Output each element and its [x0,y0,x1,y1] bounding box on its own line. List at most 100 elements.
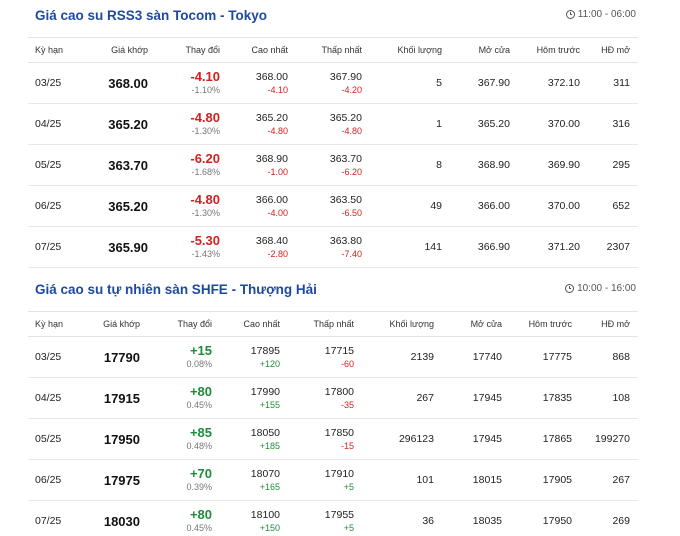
low-value: 367.90 [329,71,362,83]
open-cell: 368.90 [450,144,518,186]
change-value: +15 [189,343,212,358]
open-interest-cell: 311 [588,62,638,104]
open-interest-cell: 199270 [580,418,638,460]
low-cell: 17955 +5 [288,500,362,536]
col-high: Cao nhất [228,37,296,63]
open-interest-cell: 269 [580,500,638,536]
price-cell: 363.70 [82,144,156,186]
high-change: -4.80 [267,126,288,136]
col-change: Thay đổi [148,311,220,337]
price-cell: 365.90 [82,226,156,268]
volume-cell: 267 [362,377,442,419]
prev-cell: 371.20 [518,226,588,268]
high-value: 368.90 [255,153,288,165]
change-percent: -1.10% [191,85,220,95]
low-cell: 363.50 -6.50 [296,185,370,227]
high-cell: 18070 +165 [220,459,288,501]
change-percent: -1.68% [191,167,220,177]
high-value: 17990 [250,386,280,398]
open-interest-cell: 2307 [588,226,638,268]
prev-cell: 372.10 [518,62,588,104]
term-cell: 06/25 [28,459,82,501]
trading-hours-text: 10:00 - 16:00 [577,283,636,294]
table-header-row: Kỳ hạn Giá khớp Thay đổi Cao nhất Thấp n… [28,37,638,63]
high-change: +165 [259,482,280,492]
col-open-interest: HĐ mở [580,311,638,337]
term-cell: 06/25 [28,185,82,227]
change-cell: +80 0.45% [148,377,220,419]
high-value: 17895 [250,345,280,357]
prev-cell: 17865 [510,418,580,460]
low-cell: 367.90 -4.20 [296,62,370,104]
change-percent: 0.45% [186,400,212,410]
term-cell: 03/25 [28,336,82,378]
open-cell: 366.90 [450,226,518,268]
col-open-interest: HĐ mở [588,37,638,63]
change-value: -5.30 [190,233,220,248]
high-value: 18050 [250,427,280,439]
section-title: Giá cao su RSS3 sàn Tocom - Tokyo [35,8,268,23]
open-cell: 17945 [442,377,510,419]
term-cell: 03/25 [28,62,82,104]
high-cell: 366.00 -4.00 [228,185,296,227]
col-low: Thấp nhất [288,311,362,337]
table-row: 04/25 17915 +80 0.45% 17990 +155 17800 -35 267 17… [28,377,638,419]
volume-cell: 1 [370,103,450,145]
change-cell: +85 0.48% [148,418,220,460]
change-value: +80 [189,384,212,399]
high-change: +155 [259,400,280,410]
low-value: 365.20 [329,112,362,124]
high-value: 18100 [250,509,280,521]
change-percent: 0.08% [186,359,212,369]
price-cell: 365.20 [82,185,156,227]
low-value: 17910 [324,468,354,480]
change-percent: -1.43% [191,249,220,259]
change-cell: -4.10 -1.10% [156,62,228,104]
col-high: Cao nhất [220,311,288,337]
open-cell: 18035 [442,500,510,536]
term-cell: 07/25 [28,500,82,536]
high-change: +150 [259,523,280,533]
high-value: 18070 [250,468,280,480]
volume-cell: 8 [370,144,450,186]
low-cell: 363.70 -6.20 [296,144,370,186]
low-change: -60 [340,359,354,369]
open-interest-cell: 652 [588,185,638,227]
shfe-table: Kỳ hạn Giá khớp Thay đổi Cao nhất Thấp n… [28,311,638,536]
high-cell: 368.00 -4.10 [228,62,296,104]
open-cell: 367.90 [450,62,518,104]
col-term: Kỳ hạn [28,37,82,63]
table-row: 03/25 368.00 -4.10 -1.10% 368.00 -4.10 367.90-… [28,62,638,104]
change-value: -6.20 [190,151,220,166]
price-cell: 17915 [82,377,148,419]
col-open: Mở cửa [442,311,510,337]
high-change: -2.80 [267,249,288,259]
table-row: 07/25 365.90 -5.30 -1.43% 368.40 -2.80 363.80-… [28,226,638,268]
high-cell: 17895 +120 [220,336,288,378]
trading-hours: 11:00 - 06:00 [565,9,636,20]
low-change: -6.20 [341,167,362,177]
high-cell: 365.20 -4.80 [228,103,296,145]
trading-hours-text: 11:00 - 06:00 [577,9,636,20]
low-cell: 17715 -60 [288,336,362,378]
change-cell: +70 0.39% [148,459,220,501]
high-change: +120 [259,359,280,369]
low-value: 17850 [324,427,354,439]
shfe-header: Giá cao su tự nhiên sàn SHFE - Thượng Hả… [28,282,638,304]
low-value: 17800 [324,386,354,398]
low-cell: 17850 -15 [288,418,362,460]
tocom-section: Giá cao su RSS3 sàn Tocom - Tokyo 11:00 … [28,8,638,268]
change-percent: -1.30% [191,126,220,136]
open-interest-cell: 295 [588,144,638,186]
high-value: 366.00 [255,194,288,206]
table-row: 05/25 363.70 -6.20 -1.68% 368.90 -1.00 363.70-… [28,144,638,186]
low-cell: 363.80 -7.40 [296,226,370,268]
price-cell: 17975 [82,459,148,501]
trading-hours: 10:00 - 16:00 [565,283,636,294]
volume-cell: 5 [370,62,450,104]
price-cell: 365.20 [82,103,156,145]
open-interest-cell: 108 [580,377,638,419]
change-cell: -4.80 -1.30% [156,103,228,145]
prev-cell: 369.90 [518,144,588,186]
low-value: 17715 [324,345,354,357]
